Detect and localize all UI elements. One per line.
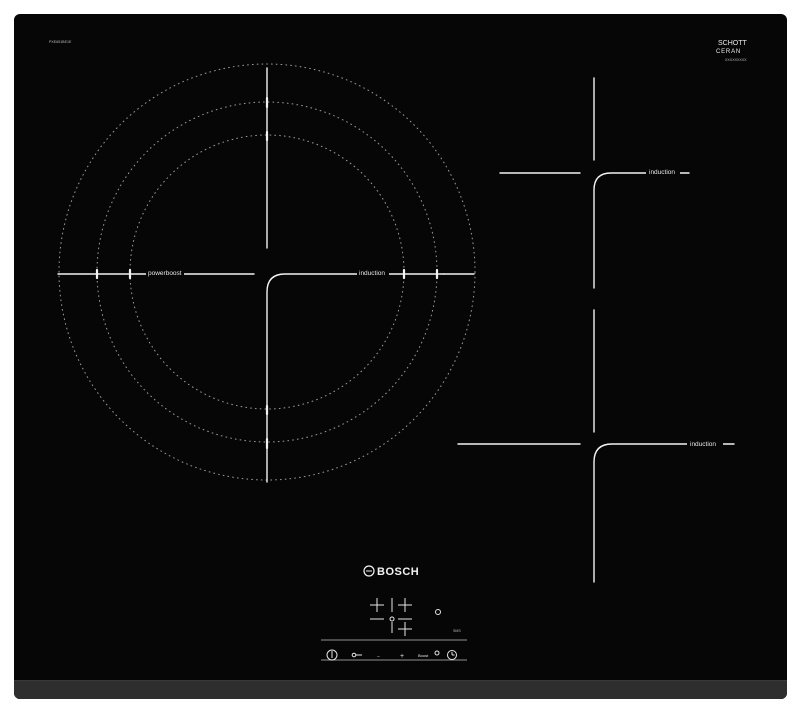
control-strip: − + Boost [321, 639, 467, 661]
power-button[interactable] [326, 649, 338, 661]
plus-button[interactable]: + [400, 653, 404, 660]
top-right-zone[interactable]: induction [499, 77, 690, 289]
zone-label-induction-bottom-right: induction [690, 441, 716, 448]
boost-button[interactable]: Boost [418, 653, 429, 658]
boost-indicator-icon [434, 650, 440, 656]
cooktop-frame [14, 680, 787, 699]
schott-ceran-logo: SCHOTT CERAN XXXXXXXXX [716, 40, 748, 62]
bottom-right-zone-corner-line [593, 443, 735, 583]
ceran-code: XXXXXXXXX [725, 58, 747, 62]
minus-button[interactable]: − [377, 654, 380, 660]
schott-logo-line1: SCHOTT [718, 40, 748, 47]
lock-button[interactable] [351, 652, 362, 658]
timer-digit-display: SMS [370, 598, 461, 636]
brand-name: BOSCH [377, 566, 419, 578]
key-lock-icon [351, 652, 357, 658]
zone-label-induction-large: induction [359, 270, 385, 277]
large-zone[interactable]: powerboost induction [57, 63, 476, 483]
schott-logo-line2: CERAN [716, 49, 741, 55]
cooktop-graphics: PXE651BE1E SCHOTT CERAN XXXXXXXXX powerb… [49, 40, 748, 661]
sensor-circle-icon [435, 609, 441, 615]
cooktop-surface: PXE651BE1E SCHOTT CERAN XXXXXXXXX powerb… [14, 14, 787, 699]
timer-digit-icon [370, 598, 412, 636]
zone-label-induction-top-right: induction [649, 169, 675, 176]
large-zone-corner-line [266, 273, 445, 483]
timer-button[interactable] [447, 650, 457, 660]
bosch-logo: BOSCH [363, 565, 419, 578]
model-code: PXE651BE1E [49, 40, 72, 44]
bottom-right-zone[interactable]: induction [457, 309, 735, 583]
top-right-zone-corner-line [593, 172, 690, 289]
control-small-label: SMS [453, 629, 461, 633]
zone-label-powerboost: powerboost [148, 270, 182, 277]
